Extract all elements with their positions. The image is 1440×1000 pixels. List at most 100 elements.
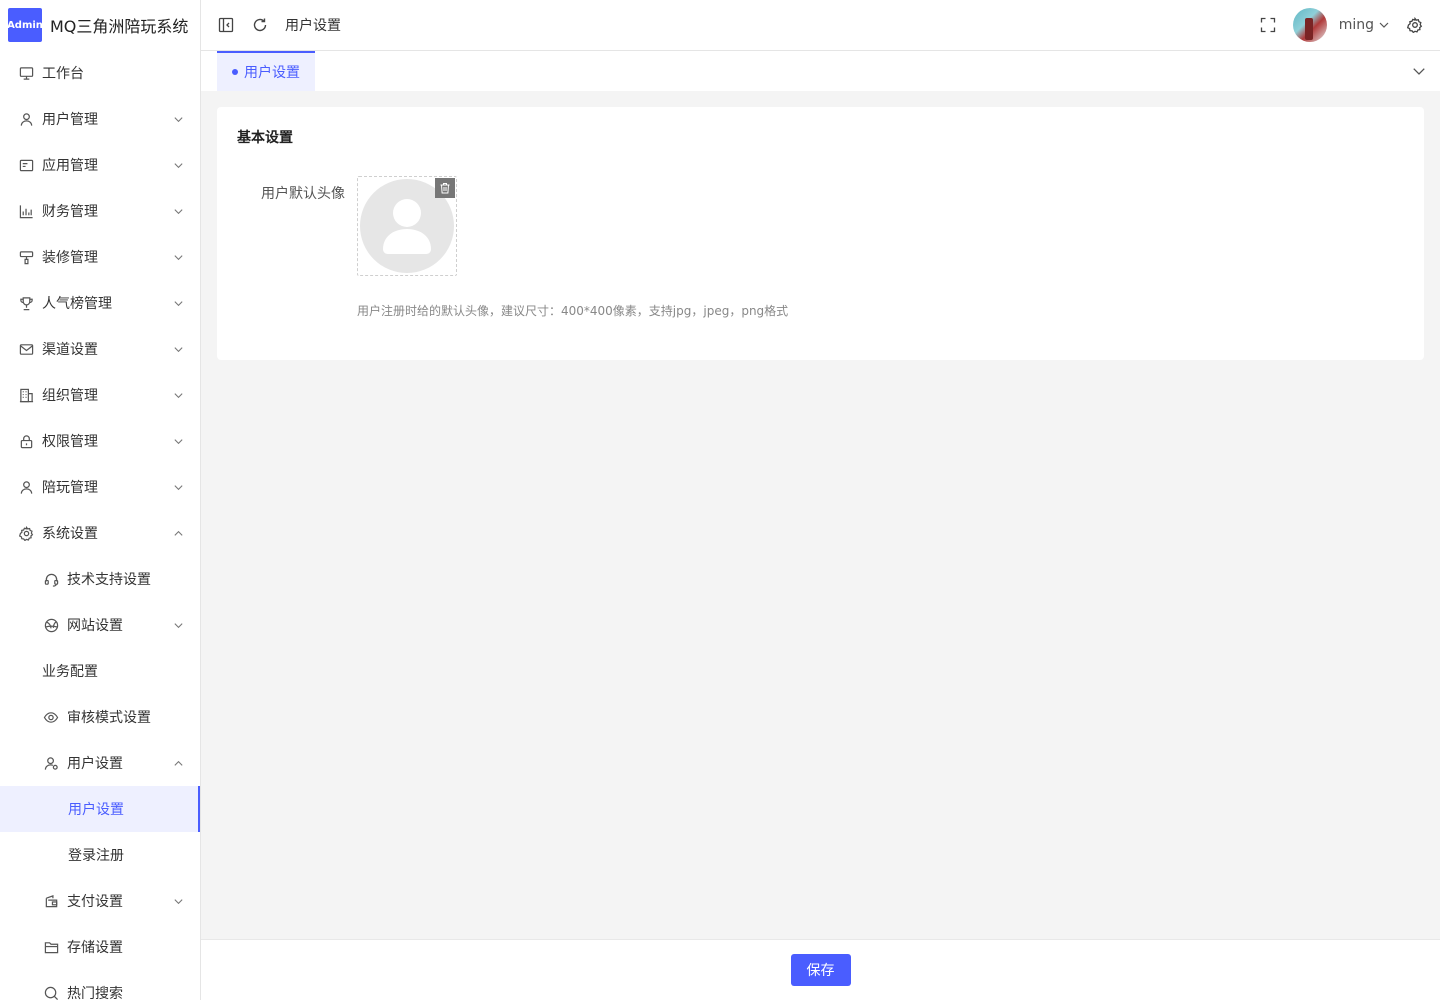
sidebar-item-payment-settings[interactable]: 支付设置 (0, 878, 200, 924)
tab-bar: 用户设置 (201, 51, 1440, 91)
chevron-down-icon (1378, 19, 1390, 31)
sidebar-item-hot-search[interactable]: 热门搜索 (0, 970, 200, 1000)
sidebar-item-workbench[interactable]: 工作台 (0, 50, 200, 96)
sidebar-menu: 工作台 用户管理 应用管理 财务管理 装修管理 人气榜管理 渠道设置 组织管理 … (0, 50, 200, 1000)
bar-chart-icon (18, 203, 34, 219)
sidebar-item-label: 支付设置 (67, 894, 123, 910)
sidebar-item-review-mode-settings[interactable]: 审核模式设置 (0, 694, 200, 740)
sidebar: Admin MQ三角洲陪玩系统 工作台 用户管理 应用管理 财务管理 装修管理 … (0, 0, 201, 1000)
sidebar-item-label: 用户设置 (67, 756, 123, 772)
chevron-down-icon (172, 619, 184, 631)
sidebar-item-permission-management[interactable]: 权限管理 (0, 418, 200, 464)
chevron-down-icon (172, 343, 184, 355)
avatar[interactable] (1292, 8, 1327, 42)
building-icon (18, 387, 34, 403)
lock-icon (18, 433, 34, 449)
save-button[interactable]: 保存 (790, 954, 851, 986)
footer-bar: 保存 (201, 939, 1440, 1000)
sidebar-item-tech-support-settings[interactable]: 技术支持设置 (0, 556, 200, 602)
sidebar-item-app-management[interactable]: 应用管理 (0, 142, 200, 188)
gear-icon[interactable] (1406, 16, 1424, 34)
brand-logo[interactable]: Admin (7, 8, 43, 42)
tab-label: 用户设置 (244, 65, 300, 81)
user-menu[interactable]: ming (1339, 17, 1390, 33)
user-placeholder-icon (383, 199, 431, 254)
sidebar-item-user-management[interactable]: 用户管理 (0, 96, 200, 142)
sidebar-item-finance-management[interactable]: 财务管理 (0, 188, 200, 234)
fullscreen-icon[interactable] (1259, 16, 1277, 34)
sidebar-item-popularity-management[interactable]: 人气榜管理 (0, 280, 200, 326)
sidebar-item-decoration-management[interactable]: 装修管理 (0, 234, 200, 280)
monitor-icon (18, 65, 34, 81)
sidebar-item-storage-settings[interactable]: 存储设置 (0, 924, 200, 970)
sidebar-item-system-settings[interactable]: 系统设置 (0, 510, 200, 556)
username: ming (1338, 17, 1374, 33)
tab-user-settings[interactable]: 用户设置 (217, 51, 315, 91)
chevron-down-icon (172, 205, 184, 217)
chevron-down-icon (172, 481, 184, 493)
settings-card: 基本设置 用户默认头像 用户注册时给的默认头像，建议尺寸：400*400像素，支… (217, 107, 1424, 360)
sidebar-item-label: 业务配置 (42, 664, 98, 680)
chevron-down-icon (172, 389, 184, 401)
chevron-down-icon (172, 435, 184, 447)
app-card-icon (18, 157, 34, 173)
user-icon (18, 111, 34, 127)
user-icon (18, 479, 34, 495)
sidebar-item-label: 人气榜管理 (42, 296, 112, 312)
breadcrumb: 用户设置 (285, 18, 341, 34)
brand-title: MQ三角洲陪玩系统 (50, 17, 189, 36)
active-dot (232, 69, 238, 75)
eye-icon (43, 709, 59, 725)
sidebar-item-label: 网站设置 (67, 618, 123, 634)
card-title: 基本设置 (237, 130, 293, 146)
chevron-up-icon (172, 527, 184, 539)
sidebar-item-label: 陪玩管理 (42, 480, 98, 496)
default-avatar-upload[interactable] (357, 176, 457, 276)
search-icon (43, 985, 59, 1000)
sidebar-item-label: 系统设置 (42, 526, 98, 542)
mail-icon (18, 341, 34, 357)
sidebar-collapse-icon[interactable] (217, 16, 235, 34)
sidebar-item-user-settings-group[interactable]: 用户设置 (0, 740, 200, 786)
headset-icon (43, 571, 59, 587)
sidebar-item-label: 审核模式设置 (67, 710, 151, 726)
sidebar-item-label: 工作台 (42, 66, 84, 82)
sidebar-item-companion-management[interactable]: 陪玩管理 (0, 464, 200, 510)
chevron-down-icon (172, 895, 184, 907)
sidebar-item-login-register[interactable]: 登录注册 (0, 832, 200, 878)
trophy-icon (18, 295, 34, 311)
sidebar-item-business-config[interactable]: 业务配置 (0, 648, 200, 694)
trash-icon[interactable] (435, 178, 455, 198)
sidebar-item-channel-settings[interactable]: 渠道设置 (0, 326, 200, 372)
brand: Admin MQ三角洲陪玩系统 (0, 0, 200, 50)
wallet-icon (43, 893, 59, 909)
sidebar-item-user-settings[interactable]: 用户设置 (0, 786, 200, 832)
chevron-down-icon (172, 297, 184, 309)
sidebar-item-label: 技术支持设置 (67, 572, 151, 588)
globe-icon (43, 617, 59, 633)
sidebar-item-label: 组织管理 (42, 388, 98, 404)
sidebar-item-label: 渠道设置 (42, 342, 98, 358)
sidebar-item-label: 装修管理 (42, 250, 98, 266)
top-header: 用户设置 ming (201, 0, 1440, 51)
gear-icon (18, 525, 34, 541)
sidebar-item-label: 用户设置 (68, 802, 124, 818)
chevron-down-icon (172, 251, 184, 263)
sidebar-item-label: 热门搜索 (67, 986, 123, 1000)
sidebar-item-organization-management[interactable]: 组织管理 (0, 372, 200, 418)
chevron-down-icon[interactable] (1412, 51, 1426, 91)
refresh-icon[interactable] (251, 16, 269, 34)
sidebar-item-label: 存储设置 (67, 940, 123, 956)
sidebar-item-website-settings[interactable]: 网站设置 (0, 602, 200, 648)
sidebar-item-label: 登录注册 (68, 848, 124, 864)
chevron-down-icon (172, 113, 184, 125)
header-right: ming (1259, 8, 1424, 42)
default-avatar-label: 用户默认头像 (261, 186, 345, 202)
paint-roller-icon (18, 249, 34, 265)
chevron-up-icon (172, 757, 184, 769)
sidebar-item-label: 财务管理 (42, 204, 98, 220)
sidebar-item-label: 权限管理 (42, 434, 98, 450)
folder-icon (43, 939, 59, 955)
sidebar-item-label: 用户管理 (42, 112, 98, 128)
sidebar-item-label: 应用管理 (42, 158, 98, 174)
